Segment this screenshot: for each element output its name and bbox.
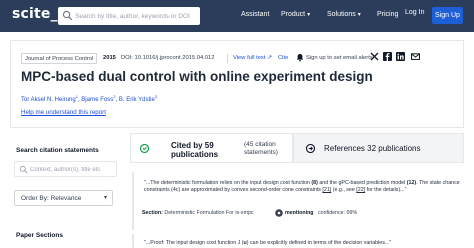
- citation-quote: "...Proof: The input design cost functio…: [144, 240, 460, 247]
- citation-search-box[interactable]: [14, 161, 117, 177]
- author-affiliation-number: 2: [113, 94, 116, 99]
- author-name: B. Erik Ydstie: [118, 97, 155, 103]
- author-name: Bjarne Foss: [81, 97, 114, 103]
- section-name: Deterministic Formulation For is-smpc: [164, 210, 254, 216]
- quote-text: "...Proof: The input design cost functio…: [144, 240, 244, 246]
- view-full-text-link[interactable]: View full text ↗: [233, 55, 272, 61]
- logo-underscore: _: [50, 6, 58, 22]
- paper-sections-heading: Paper Sections: [16, 232, 63, 239]
- cite-button[interactable]: Cite: [278, 55, 288, 61]
- author-list: Tor Aksel N. Heirung1, Bjarne Foss2, B. …: [21, 94, 158, 103]
- x-twitter-icon[interactable]: [370, 52, 379, 61]
- citation-statement: "...The deterministic formulation relies…: [132, 172, 465, 230]
- reference-link[interactable]: [22]: [356, 187, 365, 193]
- email-alerts-link[interactable]: Sign up to set email alerts: [306, 55, 373, 61]
- cited-by-count: Cited by 59 publications: [171, 141, 219, 159]
- nav-assistant-label: Assistant: [241, 11, 270, 18]
- global-search-box[interactable]: [58, 7, 200, 25]
- tab-cited-by[interactable]: Cited by 59 publications (45 citation st…: [130, 133, 293, 163]
- equation-ref: (12): [406, 180, 417, 186]
- references-icon: [306, 144, 315, 153]
- logo-text: scite: [12, 6, 51, 22]
- order-by-value: Order By: Relevance: [21, 195, 82, 202]
- citation-statement: "...Proof: The input design cost functio…: [132, 234, 465, 248]
- mentioning-icon: [275, 209, 283, 217]
- doi-link[interactable]: DOI: 10.1016/j.jprocont.2015.04.012: [121, 55, 214, 61]
- quote-text: "...The deterministic formulation relies…: [144, 180, 312, 186]
- view-full-text-label: View full text: [233, 55, 266, 61]
- email-icon[interactable]: [411, 52, 420, 61]
- author-link[interactable]: B. Erik Ydstie3: [118, 94, 158, 103]
- quote-bubble-icon: [140, 144, 149, 153]
- nav-product-label: Product: [281, 11, 306, 18]
- author-link[interactable]: Tor Aksel N. Heirung1: [21, 94, 78, 103]
- nav-pricing[interactable]: Pricing: [377, 11, 398, 18]
- login-button[interactable]: Log In: [405, 9, 424, 16]
- tab-references[interactable]: References 32 publications: [293, 133, 464, 163]
- facebook-icon[interactable]: [383, 52, 392, 61]
- meta-divider: [227, 54, 228, 63]
- nav-product[interactable]: Product ▾: [281, 11, 310, 18]
- citation-search-heading: Search citation statements: [16, 147, 99, 154]
- author-affiliation-number: 3: [154, 94, 158, 99]
- chevron-down-icon: ▾: [357, 12, 361, 18]
- signup-button[interactable]: Sign Up: [432, 7, 463, 24]
- chevron-down-icon: ▾: [307, 12, 311, 18]
- citation-search-input[interactable]: [30, 163, 115, 176]
- quote-text: ) can be explicitly defined in terms of …: [246, 240, 385, 246]
- top-nav-bar: scite_ Assistant Product▾ Solutions▾ Pri…: [0, 0, 474, 32]
- mentioning-badge: mentioning: [285, 210, 314, 216]
- quote-text: and the gPC-based prediction model: [317, 180, 407, 186]
- search-icon: [62, 10, 73, 21]
- external-link-icon: ↗: [267, 55, 272, 61]
- help-understand-report-link[interactable]: Help me understand this report: [21, 109, 106, 116]
- reference-link[interactable]: [21]: [322, 187, 331, 193]
- nav-pricing-label: Pricing: [377, 11, 399, 18]
- nav-solutions-label: Solutions: [327, 11, 356, 18]
- author-affiliation-number: 1: [75, 94, 78, 99]
- section-label: Section:: [142, 210, 163, 216]
- citation-quote: "...The deterministic formulation relies…: [144, 180, 460, 194]
- scite-logo[interactable]: scite_: [12, 6, 58, 22]
- publication-year: 2015: [103, 55, 116, 61]
- linkedin-icon[interactable]: [396, 52, 405, 61]
- bell-icon: [296, 54, 304, 62]
- author-name: Tor Aksel N. Heirung: [21, 97, 76, 103]
- order-by-select[interactable]: Order By: Relevance ▾: [14, 190, 113, 206]
- search-icon: [19, 165, 28, 174]
- nav-solutions[interactable]: Solutions ▾: [327, 11, 361, 18]
- article-header: Journal of Process Control 2015 DOI: 10.…: [10, 40, 464, 128]
- article-title: MPC-based dual control with online exper…: [21, 69, 373, 84]
- journal-name[interactable]: Journal of Process Control: [21, 53, 98, 64]
- confidence-value: confidence: 99%: [318, 210, 358, 216]
- author-link[interactable]: Bjarne Foss2: [81, 94, 116, 103]
- citation-section: Section: Deterministic Formulation For i…: [142, 210, 254, 216]
- quote-text: for the details)...": [365, 187, 407, 193]
- references-count: References 32 publications: [324, 144, 421, 153]
- chevron-down-icon: ▾: [103, 195, 107, 201]
- nav-assistant[interactable]: Assistant: [241, 11, 269, 18]
- quote-text: (e.g., see: [331, 187, 357, 193]
- citation-statements-count: (45 citation statements): [244, 141, 278, 156]
- quote-text: ...": [384, 240, 392, 246]
- global-search-input[interactable]: [75, 8, 197, 24]
